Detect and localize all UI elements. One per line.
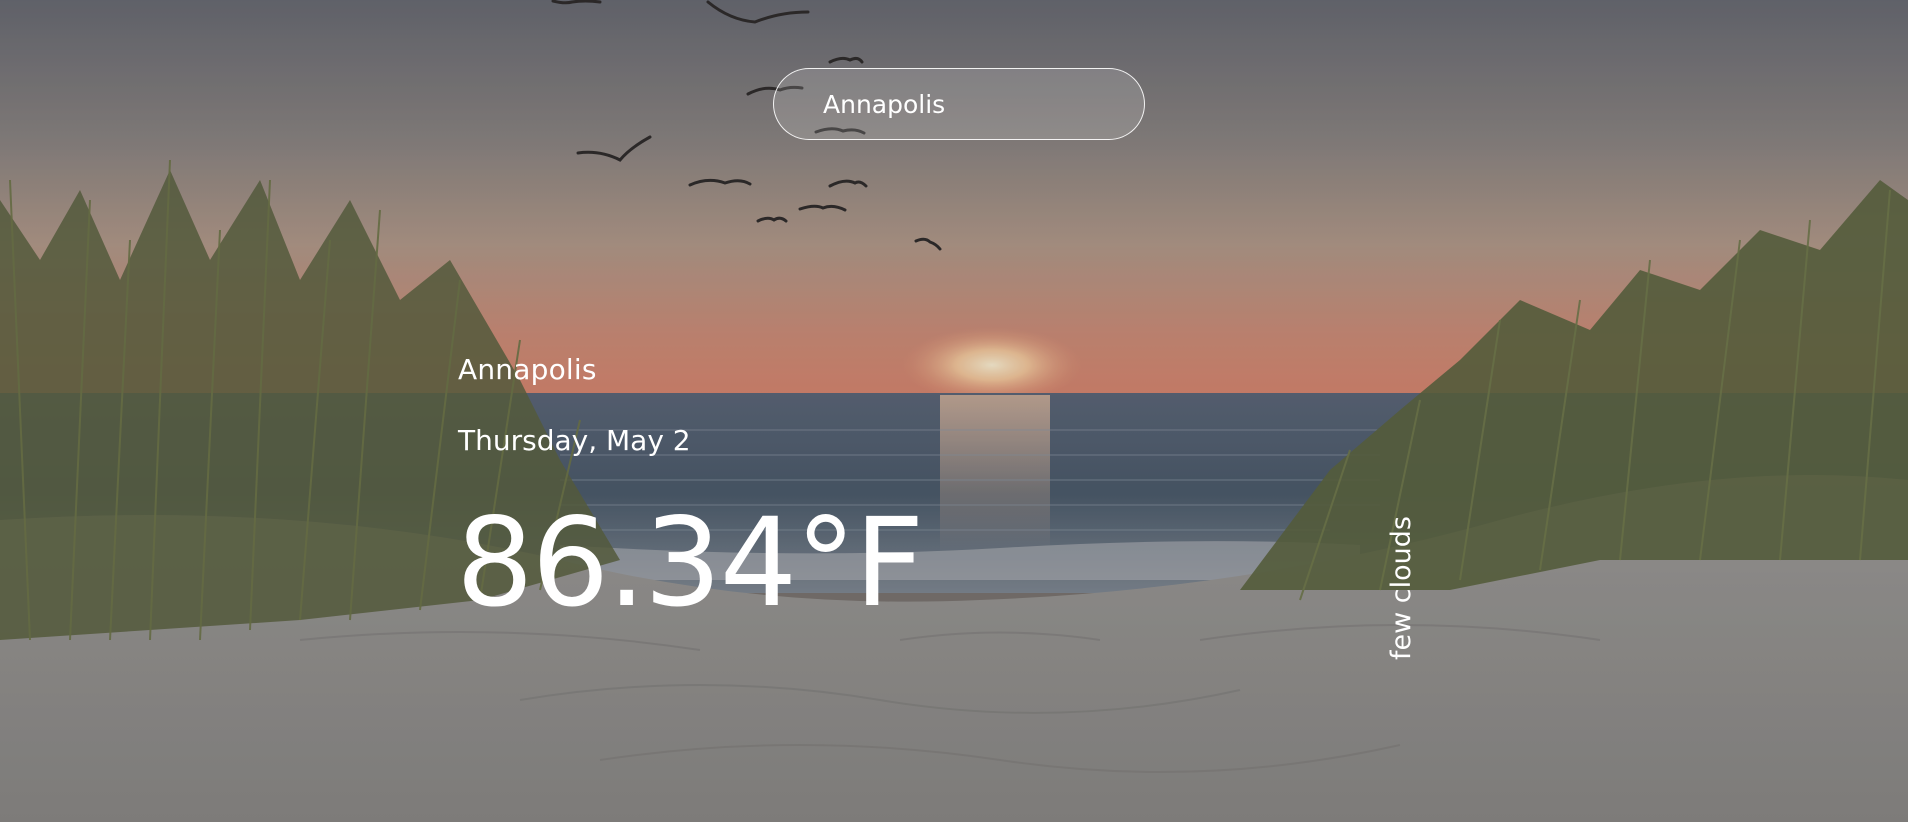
app-window: Annapolis Thursday, May 2 86.34°F few cl…	[0, 0, 1908, 822]
city-search-box[interactable]	[773, 68, 1145, 140]
current-date: Thursday, May 2	[458, 424, 691, 457]
city-search-input[interactable]	[774, 69, 1144, 139]
current-temperature: 86.34°F	[456, 492, 924, 634]
city-name: Annapolis	[458, 353, 597, 386]
weather-description: few clouds	[1386, 516, 1417, 660]
